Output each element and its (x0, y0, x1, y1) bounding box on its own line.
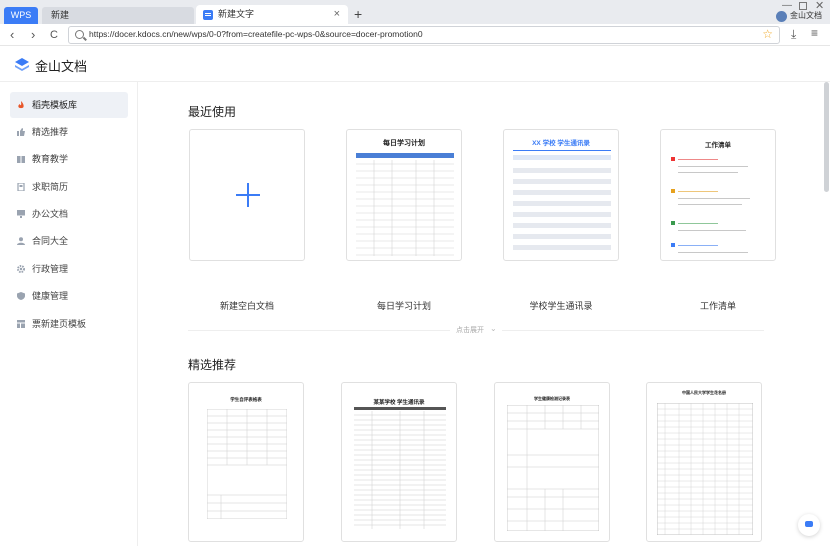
chevron-down-icon: ⌄ (490, 324, 497, 333)
back-icon[interactable]: ‹ (10, 26, 14, 44)
sidebar-item-education[interactable]: 教育教学 (10, 146, 128, 172)
account-button[interactable]: 金山文档 (776, 10, 822, 22)
sidebar-item-label: 行政管理 (32, 264, 69, 274)
feedback-button[interactable] (798, 514, 820, 536)
preview-title: 学生自评表格表 (230, 397, 262, 402)
maximize-icon[interactable] (799, 2, 807, 10)
sidebar-item-label: 稻壳模板库 (32, 100, 78, 110)
preview-marker-2 (671, 189, 675, 193)
plus-icon-vertical (247, 183, 249, 207)
card-label: 每日学习计划 (376, 301, 431, 311)
sidebar-item-docer-templates[interactable]: 稻壳模板库 (10, 92, 128, 118)
recent-section-title: 最近使用 (188, 105, 237, 119)
monitor-icon (17, 210, 25, 218)
template-card-work-list[interactable]: 工作清单 (660, 129, 776, 261)
sidebar-item-label: 精选推荐 (32, 127, 69, 137)
sidebar: 稻壳模板库 精选推荐 教育教学 求职简历 办公文档 合同大全 行政管理 健康管理… (0, 82, 138, 546)
sidebar-item-admin[interactable]: 行政管理 (10, 256, 128, 282)
expand-toggle[interactable]: 点击展开 ⌄ (188, 324, 764, 335)
account-name: 金山文档 (790, 11, 822, 20)
brand-name[interactable]: 金山文档 (35, 56, 87, 75)
url-input[interactable]: https://docer.kdocs.cn/new/wps/0-0?from=… (68, 26, 780, 44)
close-icon[interactable]: × (334, 5, 340, 24)
card-label: 新建空白文档 (219, 301, 274, 311)
card-label: 学校学生通讯录 (529, 301, 593, 311)
preview-header-bar (354, 407, 446, 410)
title-bar: WPS 新建 新建文字 × + — ✕ 金山文档 (0, 0, 830, 24)
sidebar-item-health[interactable]: 健康管理 (10, 283, 128, 309)
tab-new-document[interactable]: 新建文字 × (196, 5, 348, 24)
template-card-daily-plan[interactable]: 每日学习计划 (346, 129, 462, 261)
forward-icon[interactable]: › (31, 26, 35, 44)
preview-marker-4 (671, 243, 675, 247)
person-icon (17, 237, 25, 245)
preview-title: 每日学习计划 (383, 140, 425, 147)
star-icon[interactable]: ☆ (762, 27, 773, 41)
reload-icon[interactable]: C (50, 26, 58, 44)
preview-table (354, 411, 446, 529)
preview-table (356, 160, 454, 256)
address-bar: ‹ › C https://docer.kdocs.cn/new/wps/0-0… (0, 24, 830, 46)
gear-icon (17, 265, 25, 273)
divider-right (502, 330, 764, 331)
sidebar-item-label: 求职简历 (32, 182, 69, 192)
sidebar-item-label: 办公文档 (32, 209, 69, 219)
sidebar-item-label: 健康管理 (32, 291, 69, 301)
expand-label[interactable]: 点击展开 (456, 325, 484, 335)
new-tab-button[interactable]: + (354, 5, 362, 24)
template-card-student-roster[interactable]: 中国人民大学学生花名册 (646, 382, 762, 542)
book-icon (17, 156, 25, 163)
tab-label: 新建文字 (218, 9, 255, 19)
featured-section-title: 精选推荐 (188, 358, 237, 372)
shield-icon (17, 292, 25, 300)
divider-left (188, 330, 450, 331)
template-card-student-directory-2[interactable]: 某某学校 学生通讯录 (341, 382, 457, 542)
preview-title: 学生健康检测记录表 (534, 396, 570, 401)
sidebar-item-resume[interactable]: 求职简历 (10, 174, 128, 200)
sidebar-item-featured[interactable]: 精选推荐 (10, 119, 128, 145)
avatar (776, 11, 787, 22)
document-icon (203, 10, 213, 20)
preview-table (507, 405, 599, 531)
template-card-student-evaluation[interactable]: 学生自评表格表 (188, 382, 304, 542)
download-icon[interactable]: ⤓ (791, 27, 796, 42)
sidebar-item-contracts[interactable]: 合同大全 (10, 228, 128, 254)
preview-marker-3 (671, 221, 675, 225)
flame-icon (18, 101, 24, 109)
menu-icon[interactable]: ≡ (811, 26, 818, 40)
tab-new[interactable]: 新建 (42, 7, 194, 24)
url-text[interactable]: https://docer.kdocs.cn/new/wps/0-0?from=… (89, 29, 423, 39)
thumbs-up-icon (17, 128, 25, 136)
template-card-health-record[interactable]: 学生健康检测记录表 (494, 382, 610, 542)
preview-table (657, 403, 753, 535)
sidebar-item-label: 合同大全 (32, 236, 69, 246)
scrollbar[interactable] (824, 82, 829, 192)
sidebar-item-label: 票新建页模板 (32, 319, 87, 329)
preview-rule (513, 150, 611, 151)
sidebar-item-label: 教育教学 (32, 154, 69, 164)
preview-title: 某某学校 学生通讯录 (373, 400, 425, 406)
wps-tab[interactable]: WPS (4, 7, 38, 24)
preview-marker-1 (671, 157, 675, 161)
sidebar-item-office-docs[interactable]: 办公文档 (10, 201, 128, 227)
preview-header-bar (356, 153, 454, 158)
preview-title: XX 学校 学生通讯录 (532, 140, 590, 147)
template-card-student-directory[interactable]: XX 学校 学生通讯录 (503, 129, 619, 261)
preview-title: 中国人民大学学生花名册 (682, 390, 726, 395)
new-blank-doc-card[interactable] (189, 129, 305, 261)
preview-title: 工作清单 (705, 142, 731, 149)
preview-table (207, 409, 287, 519)
kdocs-logo-icon[interactable] (14, 57, 30, 73)
app-header: 金山文档 (0, 47, 830, 82)
resume-icon (17, 183, 25, 191)
card-label: 工作清单 (699, 301, 736, 311)
sidebar-item-new-page-template[interactable]: 票新建页模板 (10, 311, 128, 337)
search-icon (75, 30, 84, 39)
template-icon (17, 320, 25, 328)
